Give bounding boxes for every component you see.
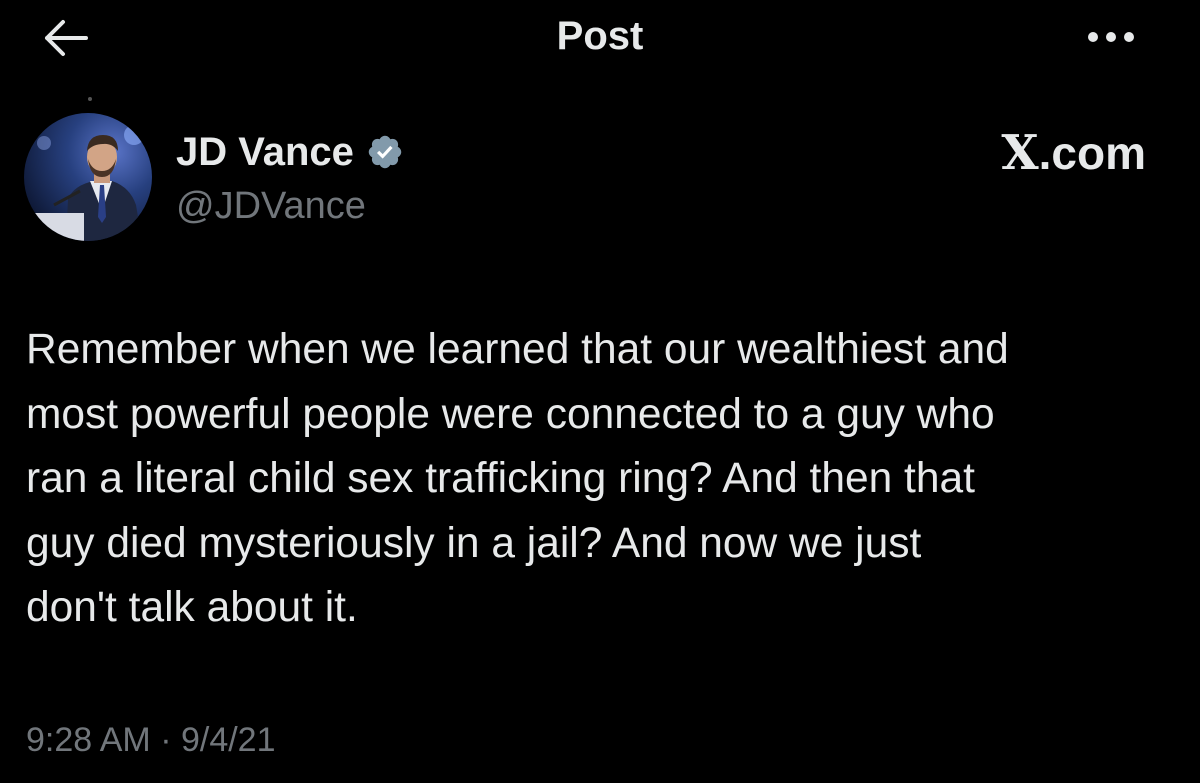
back-button[interactable] bbox=[38, 14, 94, 62]
author-display-name[interactable]: JD Vance bbox=[176, 128, 354, 176]
more-options-button[interactable] bbox=[1080, 22, 1144, 52]
post-text: Remember when we learned that our wealth… bbox=[26, 326, 1009, 631]
x-logo-icon: X bbox=[1001, 125, 1039, 181]
author-handle[interactable]: @JDVance bbox=[176, 184, 366, 228]
brand-watermark: X .com bbox=[1001, 126, 1146, 180]
brand-suffix: .com bbox=[1038, 127, 1146, 179]
author-name-row: JD Vance bbox=[176, 126, 404, 178]
avatar-photo bbox=[24, 113, 152, 241]
decorative-dot bbox=[88, 97, 92, 101]
more-horizontal-icon bbox=[1088, 32, 1134, 42]
avatar[interactable] bbox=[24, 113, 152, 241]
arrow-left-icon bbox=[45, 20, 88, 56]
verified-badge-icon bbox=[368, 135, 402, 169]
page-title: Post bbox=[556, 14, 644, 58]
post-timestamp[interactable]: 9:28 AM · 9/4/21 bbox=[26, 718, 276, 762]
top-bar: Post bbox=[0, 0, 1200, 80]
